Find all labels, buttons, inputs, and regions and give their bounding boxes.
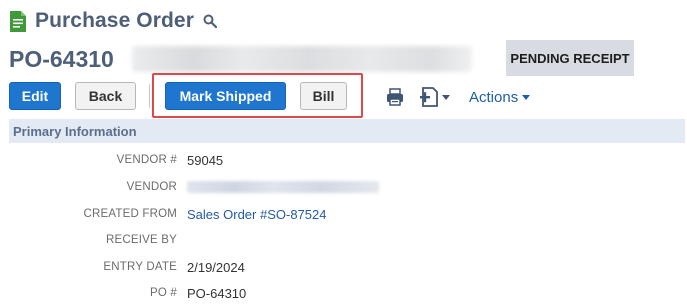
search-icon[interactable] xyxy=(203,14,218,29)
field-receive-by: RECEIVE BY xyxy=(0,230,687,250)
page-title: Purchase Order xyxy=(35,9,194,32)
status-badge: PENDING RECEIPT xyxy=(506,40,634,76)
edit-button[interactable]: Edit xyxy=(9,82,61,110)
field-entry-date: ENTRY DATE 2/19/2024 xyxy=(0,257,687,277)
field-label: RECEIVE BY xyxy=(105,234,177,246)
record-identifier: PO-64310 xyxy=(9,42,472,76)
new-document-icon[interactable] xyxy=(420,86,454,108)
redacted-record-name xyxy=(131,46,472,72)
created-from-link[interactable]: Sales Order #SO-87524 xyxy=(187,207,326,222)
field-value: 59045 xyxy=(187,152,224,168)
field-label: VENDOR # xyxy=(116,154,177,166)
field-value: 2/19/2024 xyxy=(187,259,245,275)
document-icon xyxy=(10,10,26,32)
field-label: ENTRY DATE xyxy=(103,261,177,273)
field-value: PO-64310 xyxy=(187,285,247,301)
field-label: CREATED FROM xyxy=(83,208,177,220)
field-created-from: CREATED FROM Sales Order #SO-87524 xyxy=(0,204,687,224)
caret-down-icon xyxy=(442,95,450,100)
back-button[interactable]: Back xyxy=(75,82,136,110)
caret-down-icon xyxy=(522,95,531,100)
field-label: PO # xyxy=(149,287,177,299)
actions-menu[interactable]: Actions xyxy=(469,89,531,106)
field-po-number: PO # PO-64310 xyxy=(0,283,687,303)
field-vendor: VENDOR xyxy=(0,177,687,197)
section-header-primary-information[interactable]: Primary Information xyxy=(9,119,685,143)
page-header: Purchase Order xyxy=(10,8,218,34)
field-label: VENDOR xyxy=(126,181,177,193)
highlight-annotation xyxy=(152,73,363,118)
toolbar-divider xyxy=(149,84,150,108)
record-number: PO-64310 xyxy=(9,45,114,72)
section-title: Primary Information xyxy=(13,123,137,139)
field-vendor-number: VENDOR # 59045 xyxy=(0,150,687,170)
print-icon[interactable] xyxy=(386,88,404,106)
redacted-vendor-name[interactable] xyxy=(187,181,379,193)
actions-menu-label: Actions xyxy=(469,89,519,106)
